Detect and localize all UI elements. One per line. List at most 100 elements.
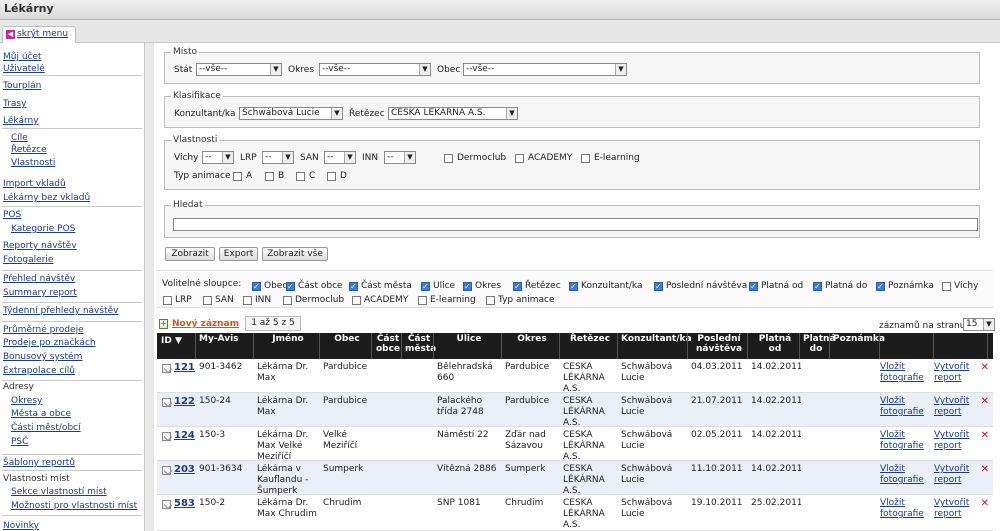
edit-icon[interactable] bbox=[162, 398, 171, 407]
create-report-link[interactable]: Vytvořit report bbox=[934, 362, 976, 384]
konzultant-select[interactable]: Schwábová Lucie ▼ bbox=[239, 107, 343, 120]
elearning-checkbox[interactable] bbox=[581, 154, 590, 163]
add-record-icon[interactable]: + bbox=[159, 319, 168, 329]
column-header-obec[interactable]: Obec bbox=[323, 334, 371, 344]
column-toggle-checkbox[interactable] bbox=[569, 281, 578, 292]
row-id-link[interactable]: 583 bbox=[174, 498, 196, 509]
delete-icon[interactable]: ✕ bbox=[981, 499, 989, 509]
column-header-platna-do[interactable]: Platná do bbox=[803, 334, 836, 354]
column-toggle-checkbox[interactable] bbox=[252, 281, 261, 292]
row-id-link[interactable]: 121 bbox=[174, 362, 196, 373]
column-toggle-checkbox[interactable] bbox=[243, 296, 252, 305]
column-toggle-checkbox[interactable] bbox=[203, 296, 212, 305]
new-record-link[interactable]: Nový záznam bbox=[172, 319, 239, 330]
create-report-link[interactable]: Vytvořit report bbox=[934, 430, 976, 452]
sidebar-item[interactable]: Novinky bbox=[3, 520, 39, 531]
stat-select[interactable]: --vše-- ▼ bbox=[196, 63, 282, 76]
column-toggle-checkbox[interactable] bbox=[486, 296, 495, 305]
sidebar-item[interactable]: Extrapolace cílů bbox=[3, 365, 75, 377]
sidebar-item[interactable]: Fotogalerie bbox=[3, 254, 53, 266]
lrp-select[interactable]: -- ▼ bbox=[262, 151, 294, 164]
column-toggle-checkbox[interactable] bbox=[352, 296, 361, 305]
sidebar-item[interactable]: Summary report bbox=[3, 287, 77, 299]
edit-icon[interactable] bbox=[162, 364, 171, 373]
sidebar-item[interactable]: Kategorie POS bbox=[11, 223, 75, 235]
column-header-okres[interactable]: Okres bbox=[505, 334, 559, 344]
column-header-retezec[interactable]: Řetězec bbox=[563, 334, 617, 344]
column-toggle-checkbox[interactable] bbox=[163, 296, 172, 305]
create-report-link[interactable]: Vytvořit report bbox=[934, 396, 976, 418]
per-page-select[interactable]: 15 ▼ bbox=[963, 318, 995, 331]
sidebar-item[interactable]: Cíle bbox=[11, 132, 28, 144]
collapse-icon[interactable]: ◀ bbox=[6, 29, 15, 39]
export-button[interactable]: Export bbox=[219, 247, 258, 261]
edit-icon[interactable] bbox=[162, 466, 171, 475]
sidebar-item[interactable]: Okresy bbox=[11, 395, 42, 407]
sidebar-item[interactable]: Sekce vlastností míst bbox=[11, 486, 107, 498]
column-toggle-checkbox[interactable] bbox=[749, 281, 758, 292]
sidebar-item[interactable]: Lékárny bbox=[3, 115, 39, 127]
animace-d-checkbox[interactable] bbox=[327, 172, 336, 181]
sidebar-item[interactable]: Import vkladů bbox=[3, 178, 66, 190]
delete-icon[interactable]: ✕ bbox=[981, 397, 989, 407]
column-header-cast-mesta[interactable]: Část města bbox=[405, 334, 436, 354]
column-header-ulice[interactable]: Ulice bbox=[437, 334, 501, 344]
sidebar-item[interactable]: Přehled návštěv bbox=[3, 273, 75, 285]
edit-icon[interactable] bbox=[162, 500, 171, 509]
insert-photo-link[interactable]: Vložit fotografie bbox=[880, 464, 932, 486]
column-header-id[interactable]: ID ▼ bbox=[161, 336, 195, 346]
inn-select[interactable]: -- ▼ bbox=[384, 151, 416, 164]
sidebar-item[interactable]: Části měst/obcí bbox=[11, 422, 81, 434]
column-header-myavis[interactable]: My-Avis bbox=[199, 334, 253, 344]
sidebar-item[interactable]: Průměrné prodeje bbox=[3, 324, 84, 336]
column-header-platna-od[interactable]: Platná od bbox=[751, 334, 799, 354]
column-toggle-checkbox[interactable] bbox=[349, 281, 358, 292]
sidebar-item[interactable]: Šablony reportů bbox=[3, 457, 75, 469]
sidebar-item[interactable]: Trasy bbox=[3, 98, 26, 110]
hide-menu-link[interactable]: skrýt menu bbox=[17, 29, 68, 39]
column-toggle-checkbox[interactable] bbox=[942, 282, 951, 291]
row-id-link[interactable]: 124 bbox=[174, 430, 196, 441]
column-toggle-checkbox[interactable] bbox=[421, 281, 430, 292]
show-all-button[interactable]: Zobrazit vše bbox=[262, 247, 328, 261]
column-toggle-checkbox[interactable] bbox=[813, 281, 822, 292]
column-toggle-checkbox[interactable] bbox=[286, 281, 295, 292]
retezec-select[interactable]: ČESKÁ LÉKÁRNA A.S. ▼ bbox=[388, 107, 518, 120]
search-input[interactable] bbox=[173, 218, 978, 231]
column-toggle-checkbox[interactable] bbox=[463, 281, 472, 292]
sidebar-item[interactable]: POS bbox=[3, 209, 21, 221]
sidebar-item[interactable]: Prodeje po značkách bbox=[3, 337, 96, 349]
column-header-poznamka[interactable]: Poznámka bbox=[833, 334, 885, 344]
row-id-link[interactable]: 203 bbox=[174, 464, 196, 475]
sidebar-item[interactable]: Tourplán bbox=[3, 80, 41, 92]
sidebar-item[interactable]: Řetězce bbox=[11, 144, 47, 156]
dermoclub-checkbox[interactable] bbox=[444, 154, 453, 163]
vichy-select[interactable]: -- ▼ bbox=[202, 151, 234, 164]
insert-photo-link[interactable]: Vložit fotografie bbox=[880, 362, 932, 384]
column-toggle-checkbox[interactable] bbox=[876, 281, 885, 292]
sidebar-item[interactable]: Týdenní přehledy návštěv bbox=[3, 305, 118, 317]
sidebar-item[interactable]: Města a obce bbox=[11, 408, 71, 420]
sidebar-item[interactable]: PSČ bbox=[11, 436, 28, 448]
sidebar-item[interactable]: Můj účet bbox=[3, 51, 42, 63]
sidebar-item[interactable]: Vlastnosti bbox=[11, 157, 55, 169]
hide-menu-tab[interactable]: ◀ skrýt menu bbox=[2, 26, 76, 43]
edit-icon[interactable] bbox=[162, 432, 171, 441]
sidebar-item[interactable]: Uživatelé bbox=[3, 63, 45, 75]
okres-select[interactable]: --vše-- ▼ bbox=[319, 63, 431, 76]
insert-photo-link[interactable]: Vložit fotografie bbox=[880, 430, 932, 452]
san-select[interactable]: -- ▼ bbox=[324, 151, 356, 164]
column-toggle-checkbox[interactable] bbox=[418, 296, 427, 305]
column-toggle-checkbox[interactable] bbox=[513, 281, 522, 292]
column-toggle-checkbox[interactable] bbox=[654, 281, 663, 292]
create-report-link[interactable]: Vytvořit report bbox=[934, 498, 976, 520]
sidebar-item[interactable]: Možnosti pro vlastnosti míst bbox=[11, 500, 137, 512]
delete-icon[interactable]: ✕ bbox=[981, 431, 989, 441]
insert-photo-link[interactable]: Vložit fotografie bbox=[880, 498, 932, 520]
insert-photo-link[interactable]: Vložit fotografie bbox=[880, 396, 932, 418]
sidebar-item[interactable]: Lékárny bez vkladů bbox=[3, 192, 90, 204]
column-header-posledni[interactable]: Poslední návštěva bbox=[691, 334, 747, 354]
academy-checkbox[interactable] bbox=[515, 154, 524, 163]
obec-select[interactable]: --vše-- ▼ bbox=[463, 63, 627, 76]
show-button[interactable]: Zobrazit bbox=[165, 247, 215, 261]
